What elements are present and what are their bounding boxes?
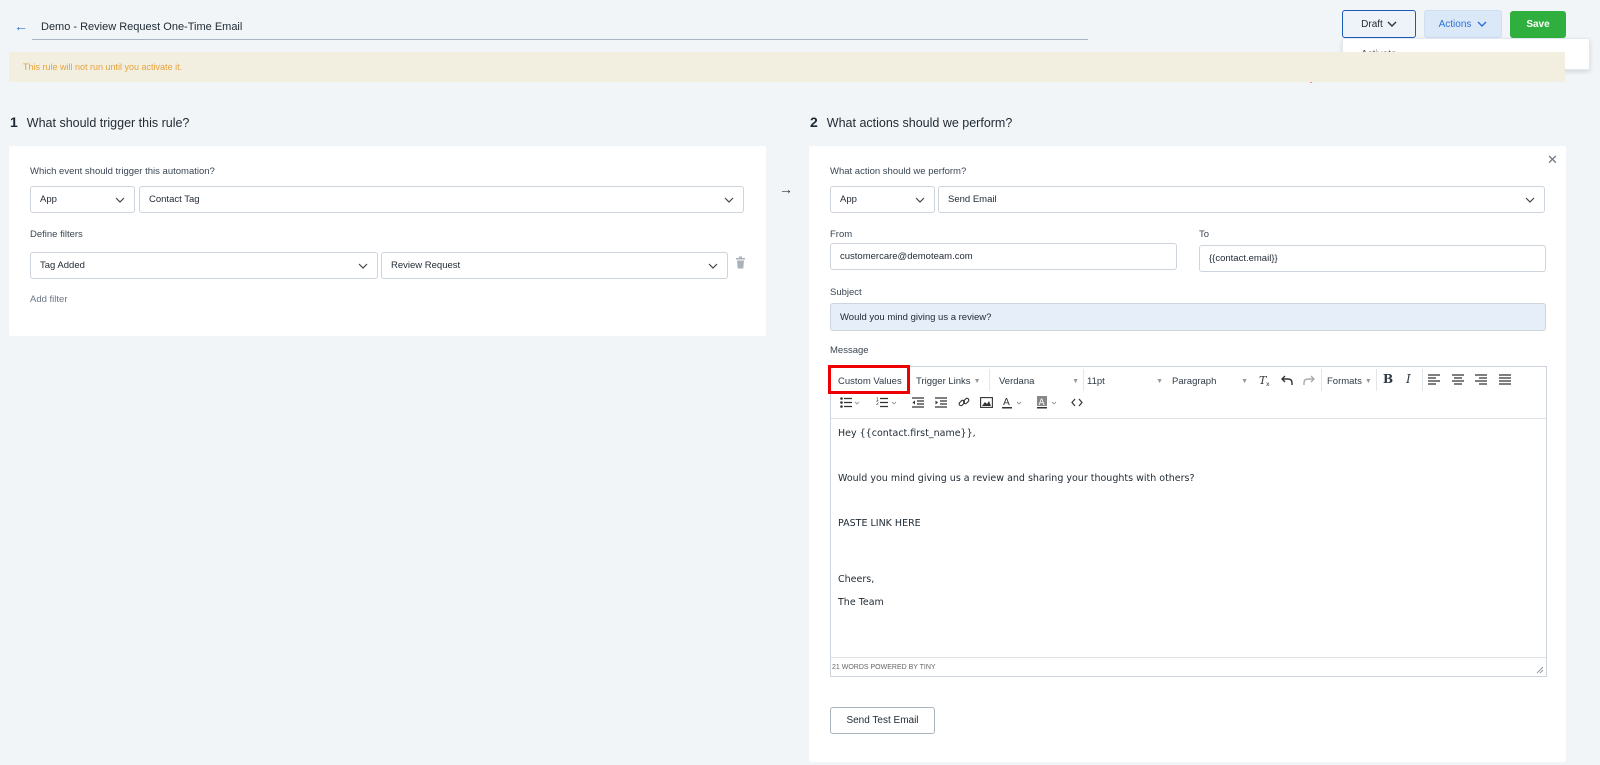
editor-content[interactable]: Hey {{contact.first_name}}, Would you mi… xyxy=(838,427,1195,618)
from-email-field[interactable]: customercare@demoteam.com xyxy=(830,243,1177,270)
bullet-list-icon[interactable] xyxy=(840,397,860,408)
editor-line xyxy=(838,540,1195,563)
chevron-down-icon xyxy=(1387,21,1397,27)
event-source-select[interactable]: App xyxy=(30,186,135,213)
undo-icon[interactable] xyxy=(1281,374,1293,386)
subject-field[interactable]: Would you mind giving us a review? xyxy=(830,303,1546,331)
editor-line xyxy=(838,450,1195,473)
draft-label: Draft xyxy=(1361,18,1383,30)
back-arrow-icon[interactable]: ← xyxy=(14,18,28,34)
font-family-select[interactable]: Verdana ▼ xyxy=(999,373,1079,389)
from-label: From xyxy=(830,229,853,240)
message-label: Message xyxy=(830,345,869,356)
subject-label: Subject xyxy=(830,287,862,298)
chevron-down-icon xyxy=(724,197,734,203)
send-test-email-button[interactable]: Send Test Email xyxy=(830,707,935,734)
add-filter-link[interactable]: Add filter xyxy=(30,294,68,305)
filters-label: Define filters xyxy=(30,229,83,240)
resize-handle-icon[interactable] xyxy=(1536,666,1544,674)
formats-menu[interactable]: Formats ▼ xyxy=(1327,373,1372,389)
italic-icon[interactable]: I xyxy=(1406,372,1411,386)
chevron-down-icon xyxy=(358,263,368,269)
svg-text:x: x xyxy=(1266,381,1270,387)
to-email-field[interactable]: {{contact.email}} xyxy=(1199,245,1546,272)
action-label: What action should we perform? xyxy=(830,166,967,177)
event-label: Which event should trigger this automati… xyxy=(30,166,215,177)
event-type-select[interactable]: Contact Tag xyxy=(139,186,744,213)
trash-icon[interactable] xyxy=(735,256,746,269)
action-type-select[interactable]: Send Email xyxy=(938,186,1545,213)
bold-icon[interactable]: B xyxy=(1383,372,1393,386)
trigger-links-menu[interactable]: Trigger Links ▼ xyxy=(916,373,981,389)
trigger-panel: Which event should trigger this automati… xyxy=(9,146,766,336)
chevron-down-icon xyxy=(1477,21,1487,27)
filter-field-select[interactable]: Tag Added xyxy=(30,252,378,279)
font-size-select[interactable]: 11pt ▼ xyxy=(1087,373,1163,389)
save-button[interactable]: Save xyxy=(1510,11,1566,38)
action-section-heading: 2 What actions should we perform? xyxy=(810,114,1013,130)
align-center-icon[interactable] xyxy=(1452,374,1464,385)
background-color-icon[interactable]: A xyxy=(1037,396,1059,409)
svg-text:A: A xyxy=(1003,397,1010,408)
trigger-section-heading: 1 What should trigger this rule? xyxy=(10,114,190,130)
to-label: To xyxy=(1199,229,1210,240)
chevron-down-icon xyxy=(1525,197,1535,203)
draft-status-button[interactable]: Draft xyxy=(1342,10,1416,38)
align-right-icon[interactable] xyxy=(1475,374,1487,385)
editor-line xyxy=(838,562,1195,573)
source-code-icon[interactable] xyxy=(1071,398,1083,407)
chevron-down-icon xyxy=(115,197,125,203)
editor-line: PASTE LINK HERE xyxy=(838,518,921,529)
chevron-down-icon xyxy=(915,197,925,203)
chevron-down-icon xyxy=(708,263,718,269)
svg-text:A: A xyxy=(1039,398,1046,408)
editor-line xyxy=(838,495,1195,518)
filter-value-select[interactable]: Review Request xyxy=(381,252,728,279)
actions-button[interactable]: Actions xyxy=(1424,10,1502,38)
image-icon[interactable] xyxy=(980,397,993,408)
text-color-icon[interactable]: A xyxy=(1002,396,1024,409)
editor-line: Would you mind giving us a review and sh… xyxy=(838,473,1195,484)
numbered-list-icon[interactable]: 1 2 xyxy=(876,397,898,408)
flow-arrow-icon: → xyxy=(779,181,793,197)
svg-text:2: 2 xyxy=(876,401,879,407)
align-left-icon[interactable] xyxy=(1428,374,1440,385)
indent-icon[interactable] xyxy=(935,397,947,408)
close-icon[interactable]: ✕ xyxy=(1547,152,1558,168)
rule-title-input[interactable] xyxy=(32,14,1088,40)
inactive-rule-notice: This rule will not run until you activat… xyxy=(9,52,1565,82)
outdent-icon[interactable] xyxy=(912,397,924,408)
word-count: 21 WORDS POWERED BY TINY xyxy=(832,664,936,671)
link-icon[interactable] xyxy=(958,396,970,408)
rich-text-editor: Custom Values Trigger Links ▼ Verdana ▼ 11… xyxy=(830,366,1547,677)
editor-line: The Team xyxy=(838,596,884,608)
editor-status-bar: 21 WORDS POWERED BY TINY xyxy=(831,657,1546,676)
editor-line: Hey {{contact.first_name}}, xyxy=(838,428,976,439)
block-format-select[interactable]: Paragraph ▼ xyxy=(1172,373,1248,389)
editor-line: Cheers, xyxy=(838,574,875,585)
custom-values-highlight-annotation xyxy=(828,365,910,394)
clear-formatting-icon[interactable]: T x xyxy=(1257,373,1271,387)
redo-icon[interactable] xyxy=(1303,374,1315,386)
action-source-select[interactable]: App xyxy=(830,186,935,213)
align-justify-icon[interactable] xyxy=(1499,374,1511,385)
actions-label: Actions xyxy=(1438,18,1472,30)
